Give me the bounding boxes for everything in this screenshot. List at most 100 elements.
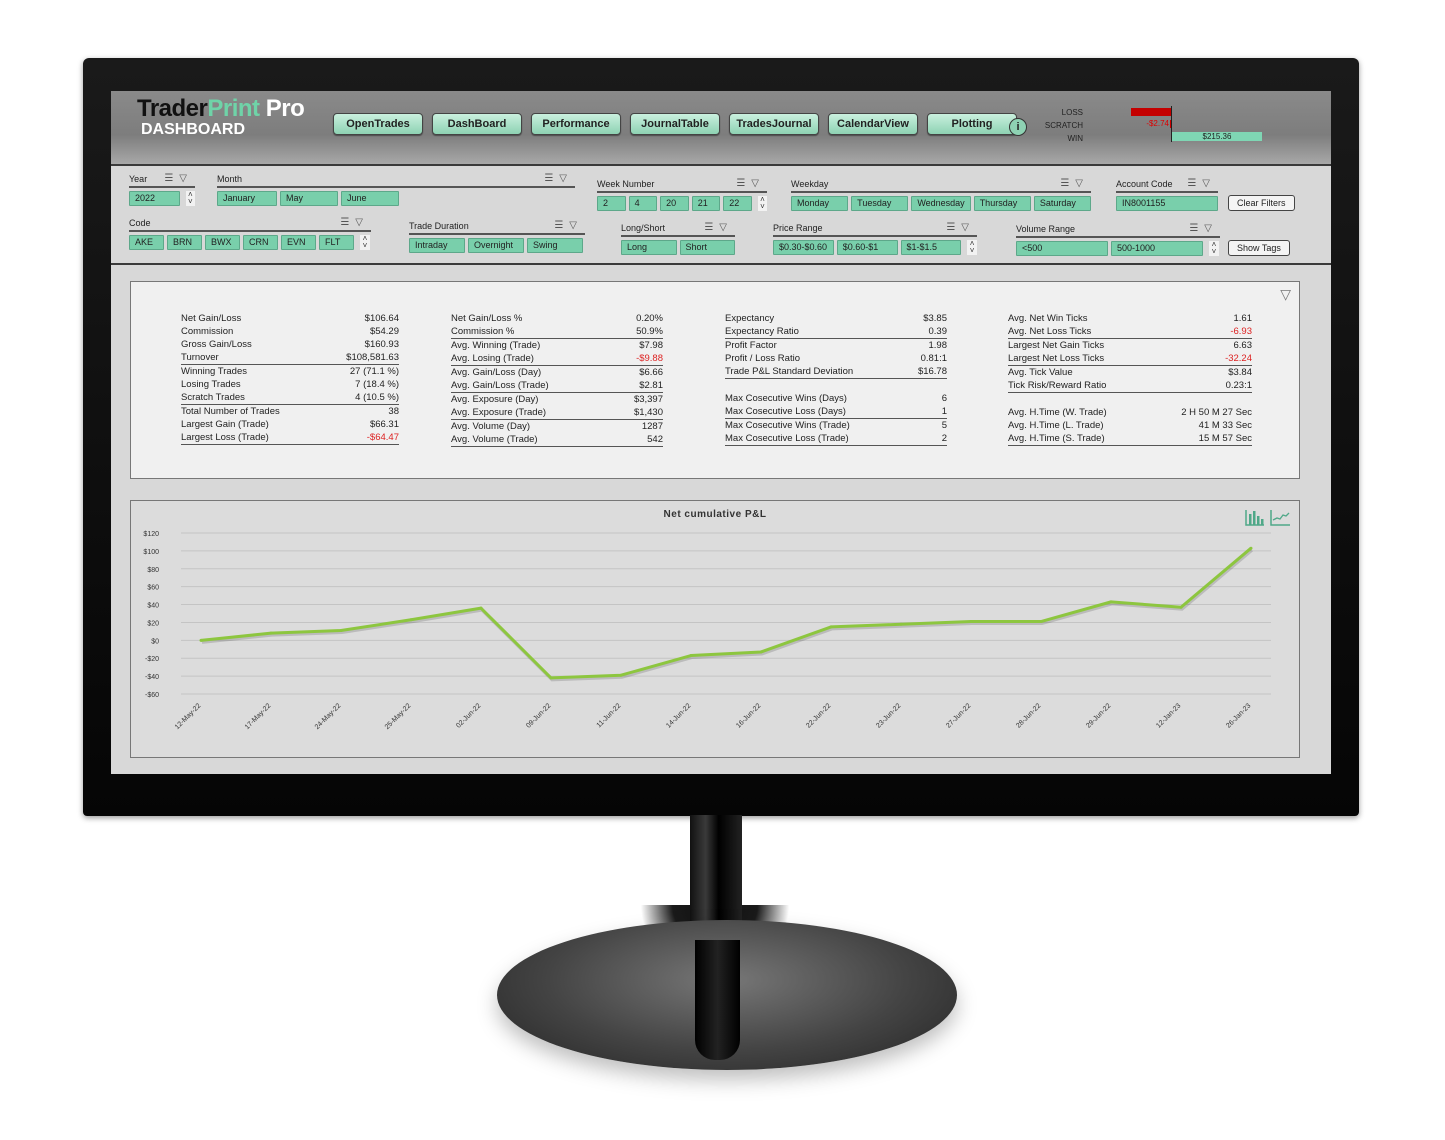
scroll-arrows-icon[interactable]: ˄ ˅ [185, 191, 195, 206]
slicer-item[interactable]: <500 [1016, 241, 1108, 256]
nav-performance-button[interactable]: Performance [531, 113, 621, 135]
slicer-item[interactable]: Intraday [409, 238, 465, 253]
slicer-item[interactable]: 2 [597, 196, 626, 211]
slicer-item[interactable]: Overnight [468, 238, 524, 253]
slicer-item[interactable]: 21 [691, 196, 721, 211]
scroll-arrows-icon[interactable]: ˄ ˅ [757, 196, 768, 211]
multiselect-and-clear-filter-icons[interactable]: ☰▽ [164, 173, 193, 184]
nav-calendarview-button[interactable]: CalendarView [828, 113, 918, 135]
slicer-month-title: Month ☰▽ [217, 173, 575, 188]
slicer-items: AKE BRN BWX CRN EVN FLT ˄ ˅ [129, 235, 371, 250]
slicer-weekday-title: Weekday ☰▽ [791, 178, 1091, 193]
stat-value: $2.81 [639, 380, 663, 391]
slicer-item[interactable]: Long [621, 240, 677, 255]
stat-label: Avg. Gain/Loss (Trade) [451, 380, 549, 391]
stat-label: Losing Trades [181, 379, 241, 390]
stat-value: -$9.88 [636, 353, 663, 364]
y-tick-label: -$40 [145, 674, 159, 681]
nav-opentrades-button[interactable]: OpenTrades [333, 113, 423, 135]
stat-value: 0.20% [636, 313, 663, 324]
multiselect-and-clear-filter-icons[interactable]: ☰▽ [704, 222, 733, 233]
scroll-arrows-icon[interactable]: ˄ ˅ [967, 240, 977, 255]
slicer-volume-range: Volume Range ☰▽ <500 500-1000 ˄ ˅ [1016, 223, 1220, 256]
scroll-arrows-icon[interactable]: ˄ ˅ [1209, 241, 1219, 256]
slicer-item[interactable]: May [280, 191, 338, 206]
stat-label: Expectancy Ratio [725, 326, 799, 337]
y-tick-label: $80 [147, 567, 159, 574]
stat-value: 4 (10.5 %) [355, 392, 399, 403]
slicer-item[interactable]: $1-$1.5 [900, 240, 962, 255]
slicer-item[interactable]: 20 [660, 196, 689, 211]
nav-plotting-button[interactable]: Plotting [927, 113, 1017, 135]
multiselect-and-clear-filter-icons[interactable]: ☰▽ [736, 178, 765, 189]
stat-value: $3,397 [633, 394, 663, 405]
slicer-item[interactable]: Saturday [1033, 196, 1091, 211]
multiselect-and-clear-filter-icons[interactable]: ☰▽ [1060, 178, 1089, 189]
slicer-item[interactable]: FLT [319, 235, 354, 250]
slicer-item[interactable]: Swing [527, 238, 583, 253]
slicer-item[interactable]: 2022 [129, 191, 180, 206]
multiselect-and-clear-filter-icons[interactable]: ☰▽ [340, 217, 369, 228]
stat-row: Avg. H.Time (L. Trade) 41 M 33 Sec [1008, 419, 1252, 432]
x-tick-label: 24-May-22 [314, 702, 343, 731]
scroll-arrows-icon[interactable]: ˄ ˅ [360, 235, 370, 250]
slicer-item[interactable]: January [217, 191, 277, 206]
brand-part-3: Pro [259, 95, 305, 122]
stat-label: Largest Loss (Trade) [181, 432, 269, 443]
slicer-item[interactable]: 22 [723, 196, 752, 211]
filter-icon[interactable]: ▽ [1280, 286, 1291, 303]
slicer-item[interactable]: BWX [205, 235, 240, 250]
slicer-item[interactable]: Monday [791, 196, 849, 211]
multiselect-and-clear-filter-icons[interactable]: ☰▽ [554, 220, 583, 231]
stat-value: 0.23:1 [1225, 380, 1252, 391]
nav-tradesjournal-button[interactable]: TradesJournal [729, 113, 819, 135]
y-tick-label: -$20 [145, 656, 159, 663]
stat-row: Avg. Winning (Trade) $7.98 [451, 339, 663, 352]
data-point [899, 622, 903, 626]
show-tags-button[interactable]: Show Tags [1228, 240, 1290, 256]
slicer-item[interactable]: BRN [167, 235, 202, 250]
stats-column-ticks: Avg. Net Win Ticks 1.61 Avg. Net Loss Tick… [1008, 312, 1252, 446]
nav-dashboard-button[interactable]: DashBoard [432, 113, 522, 135]
info-icon[interactable]: i [1009, 118, 1027, 136]
stat-row: Largest Net Gain Ticks 6.63 [1008, 339, 1252, 352]
multiselect-and-clear-filter-icons[interactable]: ☰▽ [946, 222, 975, 233]
x-tick-label: 23-Jun-22 [875, 702, 902, 729]
slicer-item[interactable]: June [341, 191, 399, 206]
slicer-item[interactable]: Short [679, 240, 735, 255]
stat-row: Avg. Net Win Ticks 1.61 [1008, 312, 1252, 325]
slicer-item[interactable]: 500-1000 [1111, 241, 1203, 256]
slicer-item[interactable]: AKE [129, 235, 164, 250]
multiselect-and-clear-filter-icons[interactable]: ☰▽ [1187, 178, 1216, 189]
stat-label: Turnover [181, 352, 219, 363]
stat-label: Avg. H.Time (W. Trade) [1008, 407, 1107, 418]
loss-label: LOSS [1061, 108, 1083, 117]
stat-label: Net Gain/Loss [181, 313, 242, 324]
multiselect-and-clear-filter-icons[interactable]: ☰▽ [544, 173, 573, 184]
stat-row: Avg. Losing (Trade) -$9.88 [451, 352, 663, 366]
stat-value: 41 M 33 Sec [1198, 420, 1252, 431]
slicer-longshort-title: Long/Short ☰▽ [621, 222, 735, 237]
slicer-item[interactable]: 4 [628, 196, 658, 211]
slicer-item[interactable]: Tuesday [851, 196, 909, 211]
data-point [829, 625, 833, 629]
slicer-item[interactable]: IN8001155 [1116, 196, 1218, 211]
multiselect-and-clear-filter-icons[interactable]: ☰▽ [1189, 223, 1218, 234]
slicer-item[interactable]: Thursday [973, 196, 1031, 211]
slicer-item[interactable]: CRN [243, 235, 278, 250]
pnl-chart-panel: Net cumulative P&L $120 $100 $80 $60 $40 $20 $… [130, 500, 1300, 758]
slicer-item[interactable]: $0.60-$1 [836, 240, 898, 255]
slicer-item[interactable]: Wednesday [911, 196, 971, 211]
slicer-year: Year ☰▽ 2022 ˄ ˅ [129, 173, 195, 206]
nav-journaltable-button[interactable]: JournalTable [630, 113, 720, 135]
slicer-items: January May June [217, 191, 575, 206]
slicer-items: Long Short [621, 240, 735, 255]
slicer-item[interactable]: $0.30-$0.60 [773, 240, 834, 255]
slicer-item[interactable]: EVN [281, 235, 316, 250]
x-tick-label: 22-Jun-22 [805, 702, 832, 729]
stat-row: Avg. Exposure (Trade) $1,430 [451, 406, 663, 420]
stats-group-holding-time: Avg. H.Time (W. Trade) 2 H 50 M 27 Sec Avg… [1008, 406, 1252, 446]
clear-filters-button[interactable]: Clear Filters [1228, 195, 1295, 211]
stat-label: Winning Trades [181, 366, 248, 377]
slicer-title-text: Month [217, 174, 243, 184]
